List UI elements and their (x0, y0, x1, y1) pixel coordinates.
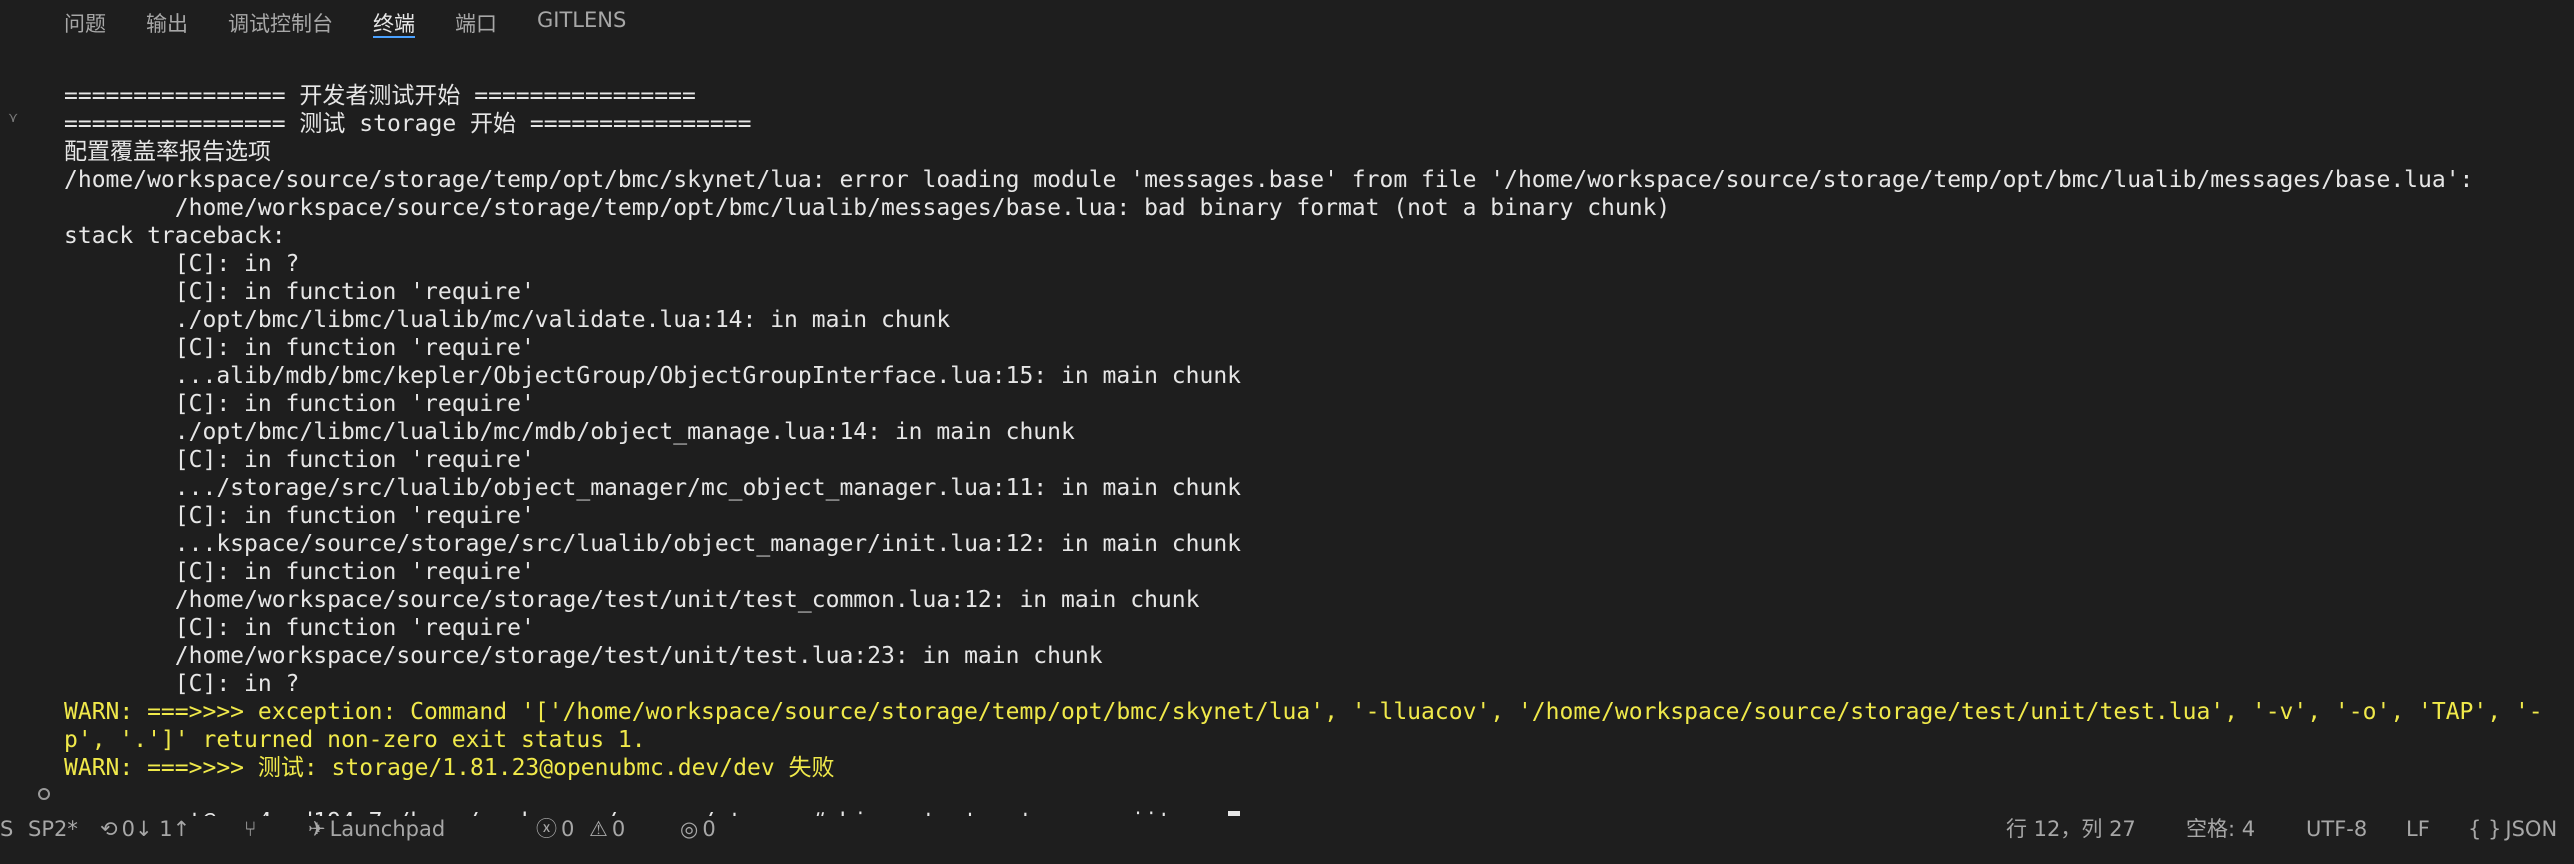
eol-label: LF (2406, 817, 2430, 841)
status-problems[interactable]: ⓧ 0 ⚠ 0 (536, 818, 625, 840)
terminal-line: stack traceback: (64, 223, 286, 249)
brackets-icon: { } (2468, 817, 2502, 841)
terminal-line: [C]: in function 'require' (64, 279, 535, 305)
terminal-line: ...kspace/source/storage/src/lualib/obje… (64, 531, 1242, 557)
terminal-line: [C]: in function 'require' (64, 447, 535, 473)
launchpad-label: Launchpad (329, 817, 446, 841)
terminal-line: /home/workspace/source/storage/test/unit… (64, 587, 1200, 613)
terminal-warn-line: WARN: ===>>>> 测试: storage/1.81.23@openub… (64, 755, 835, 781)
status-language[interactable]: { } JSON (2468, 818, 2557, 840)
rocket-icon: ✈ (308, 817, 326, 841)
terminal-line: /home/workspace/source/storage/temp/opt/… (64, 167, 2474, 193)
status-bar: S SP2* ⟲ 0↓ 1↑ ⑂ ✈ Launchpad ⓧ 0 ⚠ 0 ◎ 0 行 12… (0, 816, 2574, 840)
terminal-line: ...alib/mdb/bmc/kepler/ObjectGroup/Objec… (64, 363, 1242, 389)
error-count: 0 (561, 817, 575, 841)
warning-count: 0 (611, 817, 626, 841)
tab-5[interactable]: GITLENS (537, 0, 626, 38)
terminal-line: /home/workspace/source/storage/temp/opt/… (64, 195, 1671, 221)
language-label: JSON (2505, 817, 2558, 841)
status-branch[interactable]: SP2* (28, 818, 78, 840)
indent-label: 空格: 4 (2186, 817, 2256, 841)
broadcast-icon: ◎ (680, 817, 699, 841)
encoding-label: UTF-8 (2306, 817, 2368, 841)
tab-1[interactable]: 输出 (146, 0, 188, 38)
command-decoration-icon[interactable] (38, 788, 50, 800)
terminal-line: [C]: in function 'require' (64, 391, 535, 417)
git-graph-icon: ⑂ (244, 817, 257, 841)
status-sync[interactable]: ⟲ 0↓ 1↑ (100, 818, 190, 840)
status-eol[interactable]: LF (2406, 818, 2430, 840)
ports-count: 0 (702, 817, 716, 841)
cursor-position-label: 行 12，列 27 (2006, 817, 2136, 841)
terminal-line: [C]: in function 'require' (64, 335, 535, 361)
terminal-line: [C]: in function 'require' (64, 559, 535, 585)
status-cursor-position[interactable]: 行 12，列 27 (2006, 818, 2136, 840)
status-encoding[interactable]: UTF-8 (2306, 818, 2367, 840)
error-icon: ⓧ (536, 817, 557, 841)
warning-icon: ⚠ (589, 817, 608, 841)
terminal-warn-line: p', '.']' returned non-zero exit status … (64, 727, 646, 753)
terminal-line: [C]: in function 'require' (64, 615, 535, 641)
terminal-line: ================ 测试 storage 开始 =========… (64, 111, 752, 137)
status-graph[interactable]: ⑂ (244, 818, 261, 840)
branch-name: SP2* (28, 817, 78, 841)
terminal-line: ================ 开发者测试开始 ===============… (64, 83, 696, 109)
terminal-prompt-row[interactable]: root@eae4cad194c7:/home/workspace/source… (0, 780, 2574, 835)
remote-indicator: S (0, 817, 14, 841)
panel-tab-bar: 问题 输出 调试控制台 终端 端口 GITLENS (0, 0, 2574, 48)
collapse-icon[interactable]: ⋎ (8, 110, 24, 132)
status-launchpad[interactable]: ✈ Launchpad (308, 818, 445, 840)
terminal-line: [C]: in ? (64, 251, 300, 277)
terminal-line: 配置覆盖率报告选项 (64, 139, 271, 165)
tab-0[interactable]: 问题 (64, 0, 106, 38)
terminal-line: [C]: in function 'require' (64, 503, 535, 529)
terminal-output[interactable]: ================ 开发者测试开始 ===============… (64, 82, 2564, 812)
left-gutter: ⋎ (0, 48, 28, 818)
terminal-line: /home/workspace/source/storage/test/unit… (64, 643, 1103, 669)
terminal-line: .../storage/src/lualib/object_manager/mc… (64, 475, 1242, 501)
sync-counts: 0↓ 1↑ (121, 817, 191, 841)
terminal-line: ./opt/bmc/libmc/lualib/mc/mdb/object_man… (64, 419, 1075, 445)
sync-icon: ⟲ (100, 817, 118, 841)
terminal-line: [C]: in ? (64, 671, 300, 697)
status-indent[interactable]: 空格: 4 (2186, 818, 2255, 840)
tab-3[interactable]: 终端 (373, 0, 415, 38)
status-remote[interactable]: S (0, 818, 13, 840)
tab-2[interactable]: 调试控制台 (228, 0, 333, 38)
tab-4[interactable]: 端口 (455, 0, 497, 38)
terminal-panel: 问题 输出 调试控制台 终端 端口 GITLENS ⋎ ================ … (0, 0, 2574, 840)
terminal-warn-line: WARN: ===>>>> exception: Command '['/hom… (64, 699, 2543, 725)
status-ports[interactable]: ◎ 0 (680, 818, 716, 840)
terminal-line: ./opt/bmc/libmc/lualib/mc/validate.lua:1… (64, 307, 951, 333)
